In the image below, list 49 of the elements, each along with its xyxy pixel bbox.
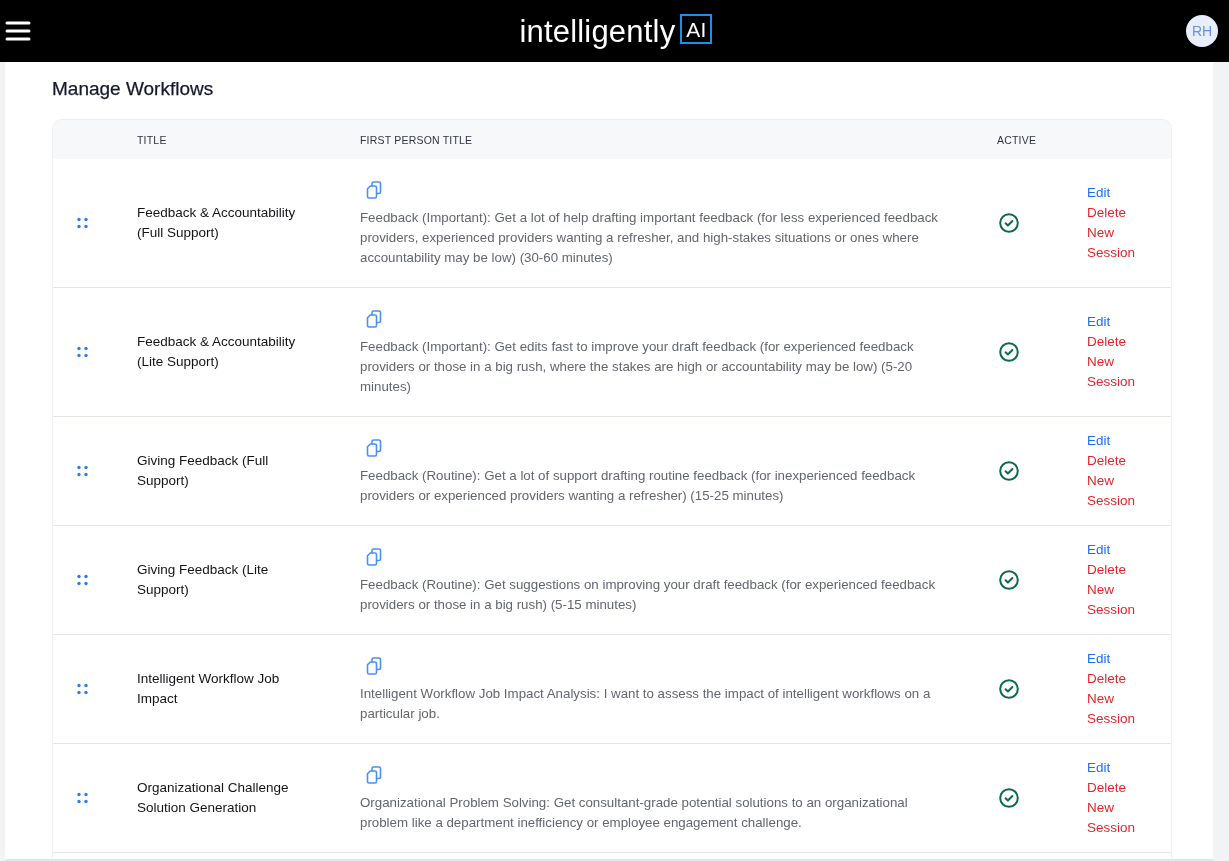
new-session-link[interactable]: New Session xyxy=(1087,580,1145,620)
workflow-description: Feedback (Important): Get edits fast to improve your draft feedback (for experienced feedback providers or those in a big rush, where the stakes are high or accountability may be low) (5-20 minutes) xyxy=(360,338,915,396)
edit-link[interactable]: Edit xyxy=(1087,312,1111,332)
edit-link[interactable]: Edit xyxy=(1087,540,1111,560)
edit-link[interactable]: Edit xyxy=(1087,649,1111,669)
copy-icon[interactable] xyxy=(366,548,382,566)
workflow-title: Organizational Challenge Solution Generation xyxy=(136,779,290,817)
delete-link[interactable]: Delete xyxy=(1087,203,1127,223)
menu-icon[interactable] xyxy=(5,20,31,42)
workflow-title: Feedback & Accountability (Lite Support) xyxy=(136,333,297,371)
copy-icon[interactable] xyxy=(366,657,382,675)
delete-link[interactable]: Delete xyxy=(1087,451,1127,471)
copy-icon[interactable] xyxy=(366,181,382,199)
delete-link[interactable]: Delete xyxy=(1087,560,1127,580)
page-title: Manage Workflows xyxy=(52,78,215,100)
workflow-title: Feedback & Accountability (Full Support) xyxy=(136,204,297,242)
edit-link[interactable]: Edit xyxy=(1087,758,1111,778)
workflow-description: Intelligent Workflow Job Impact Analysis: I want to assess the impact of intelligent workflows on a particular job. xyxy=(360,685,932,723)
workflow-description: Feedback (Routine): Get suggestions on improving your draft feedback (for experienced feedback providers or those in a big rush) (5-15 minutes) xyxy=(360,576,937,614)
new-session-link[interactable]: New Session xyxy=(1087,352,1145,392)
logo: intelligently AI xyxy=(519,15,712,47)
workflow-title: Intelligent Workflow Job Impact xyxy=(136,670,281,708)
copy-icon[interactable] xyxy=(366,310,382,328)
workflow-description: Feedback (Routine): Get a lot of support drafting routine feedback (for inexperienced feedback providers or experienced providers wanting a refresher) (15-25 minutes) xyxy=(360,467,917,505)
new-session-link[interactable]: New Session xyxy=(1087,798,1145,838)
drag-handle-icon[interactable] xyxy=(77,217,88,229)
workflow-title: Giving Feedback (Lite Support) xyxy=(136,561,270,599)
copy-icon[interactable] xyxy=(366,766,382,784)
column-header: FIRST PERSON TITLE xyxy=(359,133,474,146)
new-session-link[interactable]: New Session xyxy=(1087,471,1145,511)
user-avatar[interactable]: RH xyxy=(1186,15,1218,47)
edit-link[interactable]: Edit xyxy=(1087,431,1111,451)
workflow-description: Feedback (Important): Get a lot of help drafting important feedback (for less experienced feedback providers, experienced providers wanting a refresher, and high-stakes situations or ones where accountability may be low) (30-60 minutes) xyxy=(360,209,939,267)
delete-link[interactable]: Delete xyxy=(1087,778,1127,798)
delete-link[interactable]: Delete xyxy=(1087,669,1127,689)
new-session-link[interactable]: New Session xyxy=(1087,689,1145,729)
workflow-title: Giving Feedback (Full Support) xyxy=(136,452,270,490)
workflow-description: Organizational Problem Solving: Get consultant-grade potential solutions to an organizational problem like a department inefficiency or employee engagement challenge. xyxy=(360,794,909,832)
drag-handle-icon[interactable] xyxy=(77,792,88,804)
edit-link[interactable]: Edit xyxy=(1087,183,1111,203)
delete-link[interactable]: Delete xyxy=(1087,332,1127,352)
drag-handle-icon[interactable] xyxy=(77,574,88,586)
copy-icon[interactable] xyxy=(366,439,382,457)
column-header: ACTIVE xyxy=(996,133,1038,146)
drag-handle-icon[interactable] xyxy=(77,465,88,477)
column-header: TITLE xyxy=(136,133,168,146)
drag-handle-icon[interactable] xyxy=(77,346,88,358)
drag-handle-icon[interactable] xyxy=(77,683,88,695)
new-session-link[interactable]: New Session xyxy=(1087,223,1145,263)
